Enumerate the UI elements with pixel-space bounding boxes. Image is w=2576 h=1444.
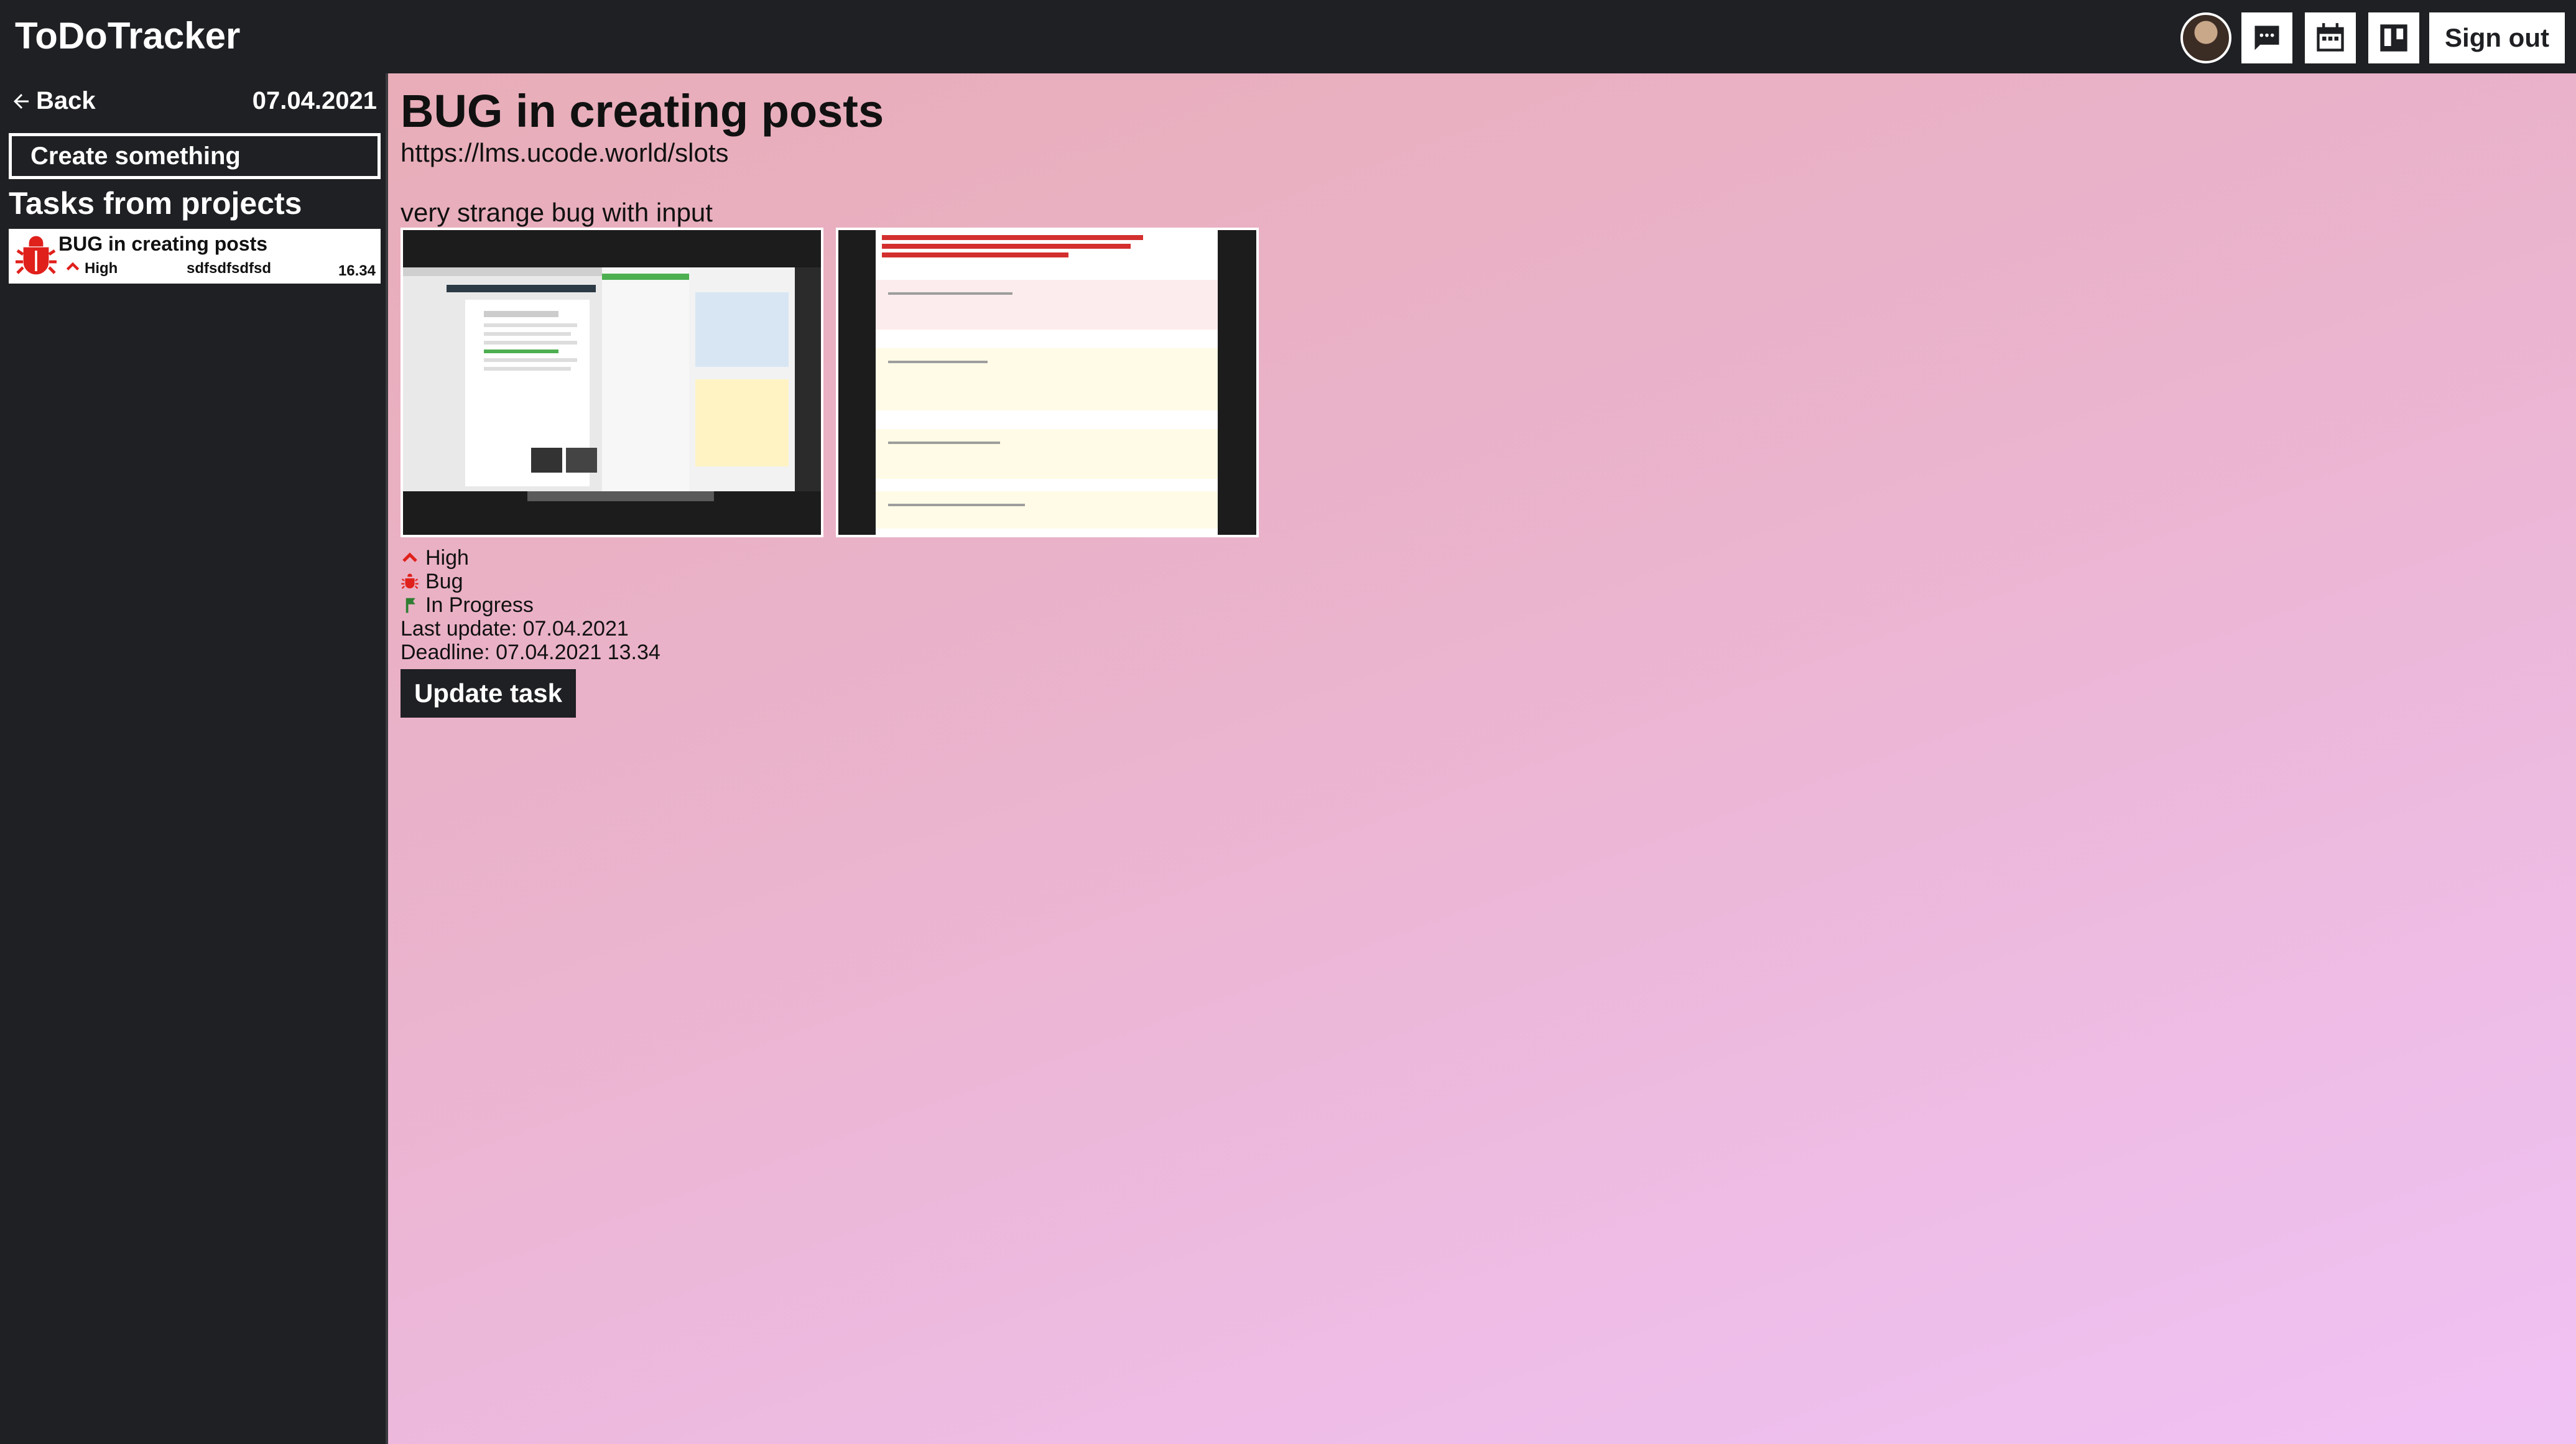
task-description: very strange bug with input — [401, 198, 713, 227]
user-avatar[interactable] — [2180, 12, 2231, 63]
sign-out-button[interactable]: Sign out — [2429, 12, 2565, 63]
bug-icon — [16, 236, 57, 275]
browser-screenshot-image — [403, 230, 821, 535]
top-bar: ToDoTracker Sign out — [0, 0, 2576, 73]
type-row: Bug — [401, 570, 463, 593]
calendar-icon — [2317, 23, 2344, 52]
board-icon — [2380, 24, 2407, 52]
current-date: 07.04.2021 — [252, 87, 377, 114]
status-label: In Progress — [425, 593, 534, 617]
create-something-button[interactable]: Create something — [9, 133, 381, 179]
last-update: Last update: 07.04.2021 — [401, 617, 629, 641]
type-label: Bug — [425, 570, 463, 593]
task-detail-title: BUG in creating posts — [401, 85, 884, 137]
task-time: 16.34 — [338, 262, 376, 279]
status-row: In Progress — [401, 593, 534, 617]
bug-icon — [401, 573, 419, 590]
error-screenshot-image — [838, 230, 1256, 535]
priority-row: High — [401, 546, 469, 570]
priority-label: High — [425, 546, 469, 570]
attachment-error-screenshot[interactable] — [836, 228, 1259, 537]
attachment-browser-screenshot[interactable] — [401, 228, 823, 537]
task-detail: BUG in creating posts https://lms.ucode.… — [388, 73, 2576, 1444]
arrow-left-icon — [14, 93, 29, 109]
task-title: BUG in creating posts — [58, 233, 268, 255]
task-project: sdfsdfsdfsd — [187, 260, 272, 277]
chat-button[interactable] — [2241, 12, 2292, 63]
task-url[interactable]: https://lms.ucode.world/slots — [401, 138, 729, 168]
deadline: Deadline: 07.04.2021 13.34 — [401, 641, 660, 664]
back-link[interactable]: Back — [10, 87, 96, 115]
board-button[interactable] — [2368, 12, 2419, 63]
task-priority: High — [85, 260, 118, 277]
back-label: Back — [36, 87, 96, 114]
calendar-button[interactable] — [2305, 12, 2356, 63]
app-title[interactable]: ToDoTracker — [15, 14, 240, 58]
progress-flag-icon — [405, 598, 415, 613]
chevron-up-icon — [66, 262, 80, 271]
update-task-button[interactable]: Update task — [401, 669, 576, 718]
sidebar: Back 07.04.2021 Create something Tasks f… — [0, 73, 388, 1444]
chevron-up-icon — [402, 552, 417, 562]
chat-icon — [2254, 25, 2279, 50]
task-card[interactable]: BUG in creating posts High sdfsdfsdfsd 1… — [9, 229, 381, 284]
tasks-section-title: Tasks from projects — [9, 186, 302, 221]
